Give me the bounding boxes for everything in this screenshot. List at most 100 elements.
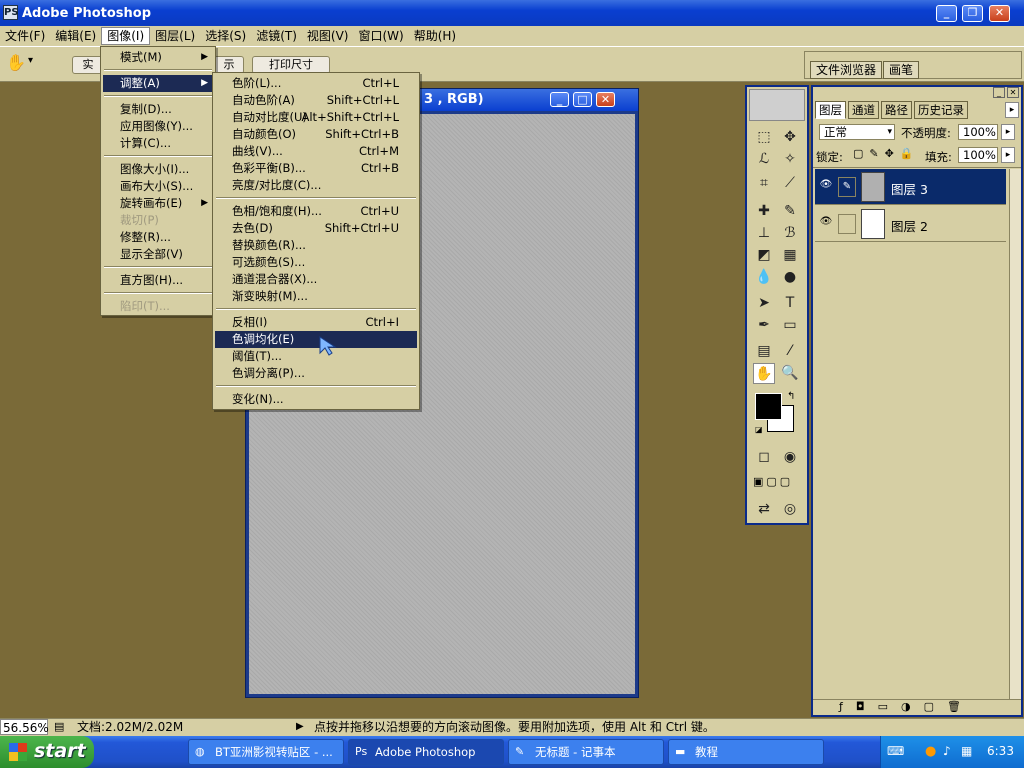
layers-scrollbar[interactable]: [1009, 169, 1021, 699]
eye-visibility-icon[interactable]: 👁: [818, 216, 834, 232]
healing-brush-tool-icon[interactable]: ✚: [753, 201, 775, 222]
jump-to-imageready-icon[interactable]: ⇄: [753, 499, 775, 520]
zoom-level[interactable]: 56.56%: [0, 719, 49, 735]
file-browser-tab[interactable]: 文件浏览器: [810, 61, 883, 79]
adjust-menu-item[interactable]: 色调分离(P)...: [215, 365, 417, 382]
zoom-tool-icon[interactable]: 🔍: [779, 363, 801, 384]
adjust-menu-item[interactable]: 自动颜色(O) Shift+Ctrl+B: [215, 126, 417, 143]
imageready-icon[interactable]: ◎: [779, 499, 801, 520]
adjust-menu-item[interactable]: 反相(I) Ctrl+I: [215, 314, 417, 331]
menu-0[interactable]: 文件(F): [0, 27, 50, 45]
doc-minimize-button[interactable]: _: [550, 92, 569, 107]
layer-link-brush-icon[interactable]: [838, 214, 856, 234]
image-menu-item[interactable]: 图像大小(I)...: [103, 161, 213, 178]
image-menu-item[interactable]: 调整(A) ▶: [103, 75, 213, 92]
adjust-menu-item[interactable]: 通道混合器(X)...: [215, 271, 417, 288]
adjust-menu-item[interactable]: 色相/饱和度(H)... Ctrl+U: [215, 203, 417, 220]
image-menu-item[interactable]: 直方图(H)...: [103, 272, 213, 289]
layers-footer-icons[interactable]: ƒ◘▭◑▢🗑: [813, 699, 1021, 715]
image-menu-item[interactable]: 复制(D)...: [103, 101, 213, 118]
history-brush-tool-icon[interactable]: ℬ: [779, 223, 801, 244]
menu-8[interactable]: 帮助(H): [409, 27, 461, 45]
keyboard-icon[interactable]: ⌨: [887, 744, 904, 758]
type-tool-icon[interactable]: T: [779, 293, 801, 314]
volume-icon[interactable]: ♪: [943, 744, 951, 758]
lock-icons[interactable]: ▢✎✥🔒: [853, 147, 920, 160]
network-icon[interactable]: ▦: [961, 744, 972, 758]
adjust-menu-item[interactable]: 阈值(T)...: [215, 348, 417, 365]
adjust-menu-item[interactable]: 自动色阶(A) Shift+Ctrl+L: [215, 92, 417, 109]
image-menu-item[interactable]: 模式(M) ▶: [103, 49, 213, 66]
path-selection-tool-icon[interactable]: ➤: [753, 293, 775, 314]
layer-link-brush-icon[interactable]: ✎: [838, 177, 856, 197]
adjust-menu-item[interactable]: 替换颜色(R)...: [215, 237, 417, 254]
shape-tool-icon[interactable]: ▭: [779, 315, 801, 336]
foreground-color-swatch[interactable]: [755, 393, 782, 420]
palette-menu-arrow-icon[interactable]: ▸: [1005, 102, 1019, 118]
eyedropper-tool-icon[interactable]: ⁄: [779, 341, 801, 362]
adjust-menu-item[interactable]: 亮度/对比度(C)...: [215, 177, 417, 194]
menu-6[interactable]: 视图(V): [302, 27, 354, 45]
clock[interactable]: 6:33: [987, 744, 1014, 758]
menu-1[interactable]: 编辑(E): [50, 27, 101, 45]
image-menu-item[interactable]: 画布大小(S)...: [103, 178, 213, 195]
hand-tool-selected-icon[interactable]: ✋: [753, 363, 775, 384]
image-menu-item[interactable]: 计算(C)...: [103, 135, 213, 152]
quick-mask-mode-icon[interactable]: ◉: [779, 447, 801, 468]
fill-input[interactable]: 100%: [958, 147, 998, 163]
adjust-menu-item[interactable]: 自动对比度(U) Alt+Shift+Ctrl+L: [215, 109, 417, 126]
hand-tool-icon[interactable]: ✋: [6, 53, 26, 73]
move-tool-icon[interactable]: ✥: [779, 127, 801, 148]
screen-mode-icons[interactable]: ▣▢▢: [753, 475, 803, 491]
adjust-menu-item[interactable]: 可选颜色(S)...: [215, 254, 417, 271]
status-arrow-icon[interactable]: ▶: [296, 719, 304, 735]
image-menu-item[interactable]: 显示全部(V): [103, 246, 213, 263]
menu-7[interactable]: 窗口(W): [353, 27, 408, 45]
fill-arrow-icon[interactable]: ▸: [1001, 147, 1015, 163]
clone-stamp-tool-icon[interactable]: ⊥: [753, 223, 775, 244]
palette-minimize-button[interactable]: _: [993, 87, 1005, 98]
notes-tool-icon[interactable]: ▤: [753, 341, 775, 362]
doc-close-button[interactable]: ✕: [596, 92, 615, 107]
adjust-menu-item[interactable]: 色调均化(E): [215, 331, 417, 348]
menu-4[interactable]: 选择(S): [200, 27, 251, 45]
brush-tool-icon[interactable]: ✎: [779, 201, 801, 222]
opacity-input[interactable]: 100%: [958, 124, 998, 140]
marquee-tool-icon[interactable]: ⬚: [753, 127, 775, 148]
blend-mode-select[interactable]: 正常 ▾: [819, 124, 895, 140]
adjust-menu-item[interactable]: 去色(D) Shift+Ctrl+U: [215, 220, 417, 237]
adjust-menu-item[interactable]: 色彩平衡(B)... Ctrl+B: [215, 160, 417, 177]
close-button[interactable]: ✕: [989, 5, 1010, 22]
menu-2[interactable]: 图像(I): [101, 27, 151, 45]
default-colors-icon[interactable]: ◪: [755, 425, 764, 434]
taskbar-button[interactable]: Ps Adobe Photoshop: [348, 739, 504, 765]
standard-mode-icon[interactable]: ◻: [753, 447, 775, 468]
brushes-tab[interactable]: 画笔: [883, 61, 920, 79]
minimize-button[interactable]: _: [936, 5, 957, 22]
doc-maximize-button[interactable]: □: [573, 92, 592, 107]
image-menu-item[interactable]: 应用图像(Y)...: [103, 118, 213, 135]
palette-tab-2[interactable]: 路径: [881, 101, 912, 119]
menu-3[interactable]: 图层(L): [150, 27, 200, 45]
slice-tool-icon[interactable]: ⟋: [779, 173, 801, 194]
palette-tab-1[interactable]: 通道: [848, 101, 879, 119]
swap-colors-icon[interactable]: ↰: [787, 391, 795, 402]
dodge-tool-icon[interactable]: ●: [779, 267, 801, 288]
tray-app-icon[interactable]: ●: [925, 744, 936, 759]
eye-visibility-icon[interactable]: 👁: [818, 179, 834, 195]
gradient-tool-icon[interactable]: ▦: [779, 245, 801, 266]
layer-row[interactable]: 👁 ✎ 图层 3: [815, 169, 1006, 205]
taskbar-button[interactable]: ◍ BT亚洲影视转贴区 - ...: [188, 739, 344, 765]
crop-tool-icon[interactable]: ⌗: [753, 173, 775, 194]
pen-tool-icon[interactable]: ✒: [753, 315, 775, 336]
taskbar-button[interactable]: ✎ 无标题 - 记事本: [508, 739, 664, 765]
image-menu-item[interactable]: 旋转画布(E) ▶: [103, 195, 213, 212]
tool-preset-dropdown-icon[interactable]: ▾: [28, 55, 33, 66]
adjust-menu-item[interactable]: 色阶(L)... Ctrl+L: [215, 75, 417, 92]
adjust-menu-item[interactable]: 曲线(V)... Ctrl+M: [215, 143, 417, 160]
restore-button[interactable]: ❐: [962, 5, 983, 22]
lasso-tool-icon[interactable]: ℒ: [753, 149, 775, 170]
magic-wand-tool-icon[interactable]: ✧: [779, 149, 801, 170]
palette-tab-0[interactable]: 图层: [815, 101, 846, 119]
blur-tool-icon[interactable]: 💧: [753, 267, 775, 288]
